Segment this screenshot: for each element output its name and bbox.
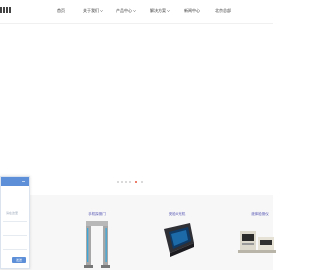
chat-minimize-icon[interactable] xyxy=(22,180,25,183)
liquid-detector-image xyxy=(238,231,276,253)
nav-about-label: 关于我们 xyxy=(83,8,99,13)
product-title[interactable]: 安检X光机 xyxy=(147,212,207,217)
product-title[interactable]: 液体检测仪 xyxy=(230,212,290,217)
carousel-dot[interactable] xyxy=(125,181,127,183)
nav-contact[interactable]: 北京总部 xyxy=(215,8,231,14)
chevron-down-icon xyxy=(167,10,170,12)
product-card[interactable]: 安检X光机 xyxy=(147,195,207,270)
nav-solutions[interactable]: 解决方案 xyxy=(150,8,170,14)
chat-divider xyxy=(3,235,27,236)
chat-send-button[interactable]: 发送 xyxy=(12,257,26,263)
chat-divider xyxy=(3,249,27,250)
nav-products[interactable]: 产品中心 xyxy=(116,8,136,14)
main-nav: 首页 关于我们 产品中心 解决方案 新闻中心 北京总部 xyxy=(0,8,273,16)
chevron-down-icon xyxy=(100,10,103,12)
xray-machine-image xyxy=(164,223,194,257)
site-header: 首页 关于我们 产品中心 解决方案 新闻中心 北京总部 xyxy=(0,0,273,24)
product-title[interactable]: 手机探测门 xyxy=(67,212,127,217)
carousel-dot[interactable] xyxy=(117,181,119,183)
carousel-dot[interactable] xyxy=(121,181,123,183)
product-strip: 手机探测门 安检X光机 液体检测仪 xyxy=(0,195,276,270)
product-card[interactable]: 液体检测仪 xyxy=(230,195,290,270)
nav-about[interactable]: 关于我们 xyxy=(83,8,103,14)
nav-home[interactable]: 首页 xyxy=(57,8,65,14)
nav-solutions-label: 解决方案 xyxy=(150,8,166,13)
carousel-dot[interactable] xyxy=(129,181,131,183)
nav-products-label: 产品中心 xyxy=(116,8,132,13)
walkthrough-detector-image xyxy=(84,221,110,268)
chat-divider xyxy=(3,221,27,222)
nav-news[interactable]: 新闻中心 xyxy=(184,8,200,14)
chat-hint: 请在这里 xyxy=(6,211,19,215)
carousel-dot[interactable] xyxy=(141,181,143,183)
carousel-dot-active[interactable] xyxy=(135,181,137,183)
product-card[interactable]: 手机探测门 xyxy=(67,195,127,270)
chat-widget[interactable]: 请在这里 发送 xyxy=(0,176,30,269)
hero-banner[interactable] xyxy=(0,24,273,186)
carousel-dots xyxy=(117,181,157,184)
chevron-down-icon xyxy=(133,10,136,12)
chat-header[interactable] xyxy=(1,177,29,186)
